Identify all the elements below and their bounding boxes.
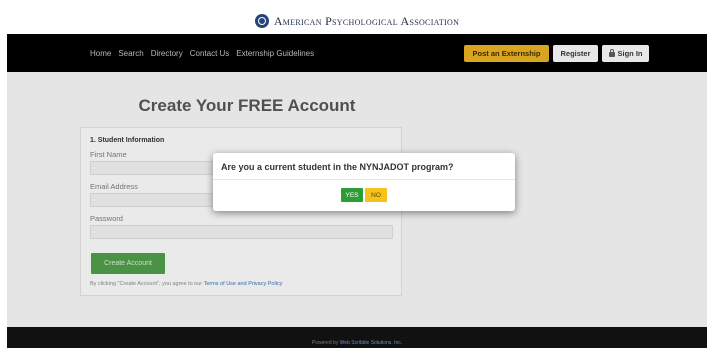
sign-in-button[interactable]: Sign In bbox=[602, 45, 649, 62]
footer: Powered by Web Scribble Solutions, Inc. bbox=[7, 327, 707, 348]
footer-prefix: Powered by bbox=[311, 340, 339, 346]
nav-links: Home Search Directory Contact Us Externs… bbox=[90, 34, 321, 72]
nav-link-search[interactable]: Search bbox=[118, 49, 143, 58]
student-program-dialog: Are you a current student in the NYNJADO… bbox=[213, 153, 515, 211]
top-nav: Home Search Directory Contact Us Externs… bbox=[7, 34, 707, 72]
register-button[interactable]: Register bbox=[553, 45, 598, 62]
dialog-question: Are you a current student in the NYNJADO… bbox=[221, 162, 454, 172]
page: American Psychological Association Home … bbox=[7, 8, 707, 348]
dialog-divider bbox=[213, 179, 515, 180]
footer-credit: Powered by Web Scribble Solutions, Inc. bbox=[312, 340, 402, 346]
nav-link-externship-guidelines[interactable]: Externship Guidelines bbox=[236, 49, 314, 58]
footer-link[interactable]: Web Scribble Solutions, Inc. bbox=[340, 340, 402, 346]
sign-in-label: Sign In bbox=[617, 49, 643, 58]
apa-logo-icon[interactable] bbox=[254, 14, 269, 28]
brand-bar: American Psychological Association bbox=[7, 8, 707, 34]
nav-link-home[interactable]: Home bbox=[90, 49, 111, 58]
lock-icon bbox=[608, 49, 615, 57]
no-button[interactable]: NO bbox=[365, 188, 387, 202]
nav-link-directory[interactable]: Directory bbox=[151, 49, 183, 58]
yes-button[interactable]: YES bbox=[341, 188, 363, 202]
brand-name[interactable]: American Psychological Association bbox=[274, 14, 459, 29]
nav-link-contact-us[interactable]: Contact Us bbox=[190, 49, 230, 58]
post-externship-button[interactable]: Post an Externship bbox=[464, 45, 549, 62]
dialog-actions: YES NO bbox=[213, 188, 515, 202]
